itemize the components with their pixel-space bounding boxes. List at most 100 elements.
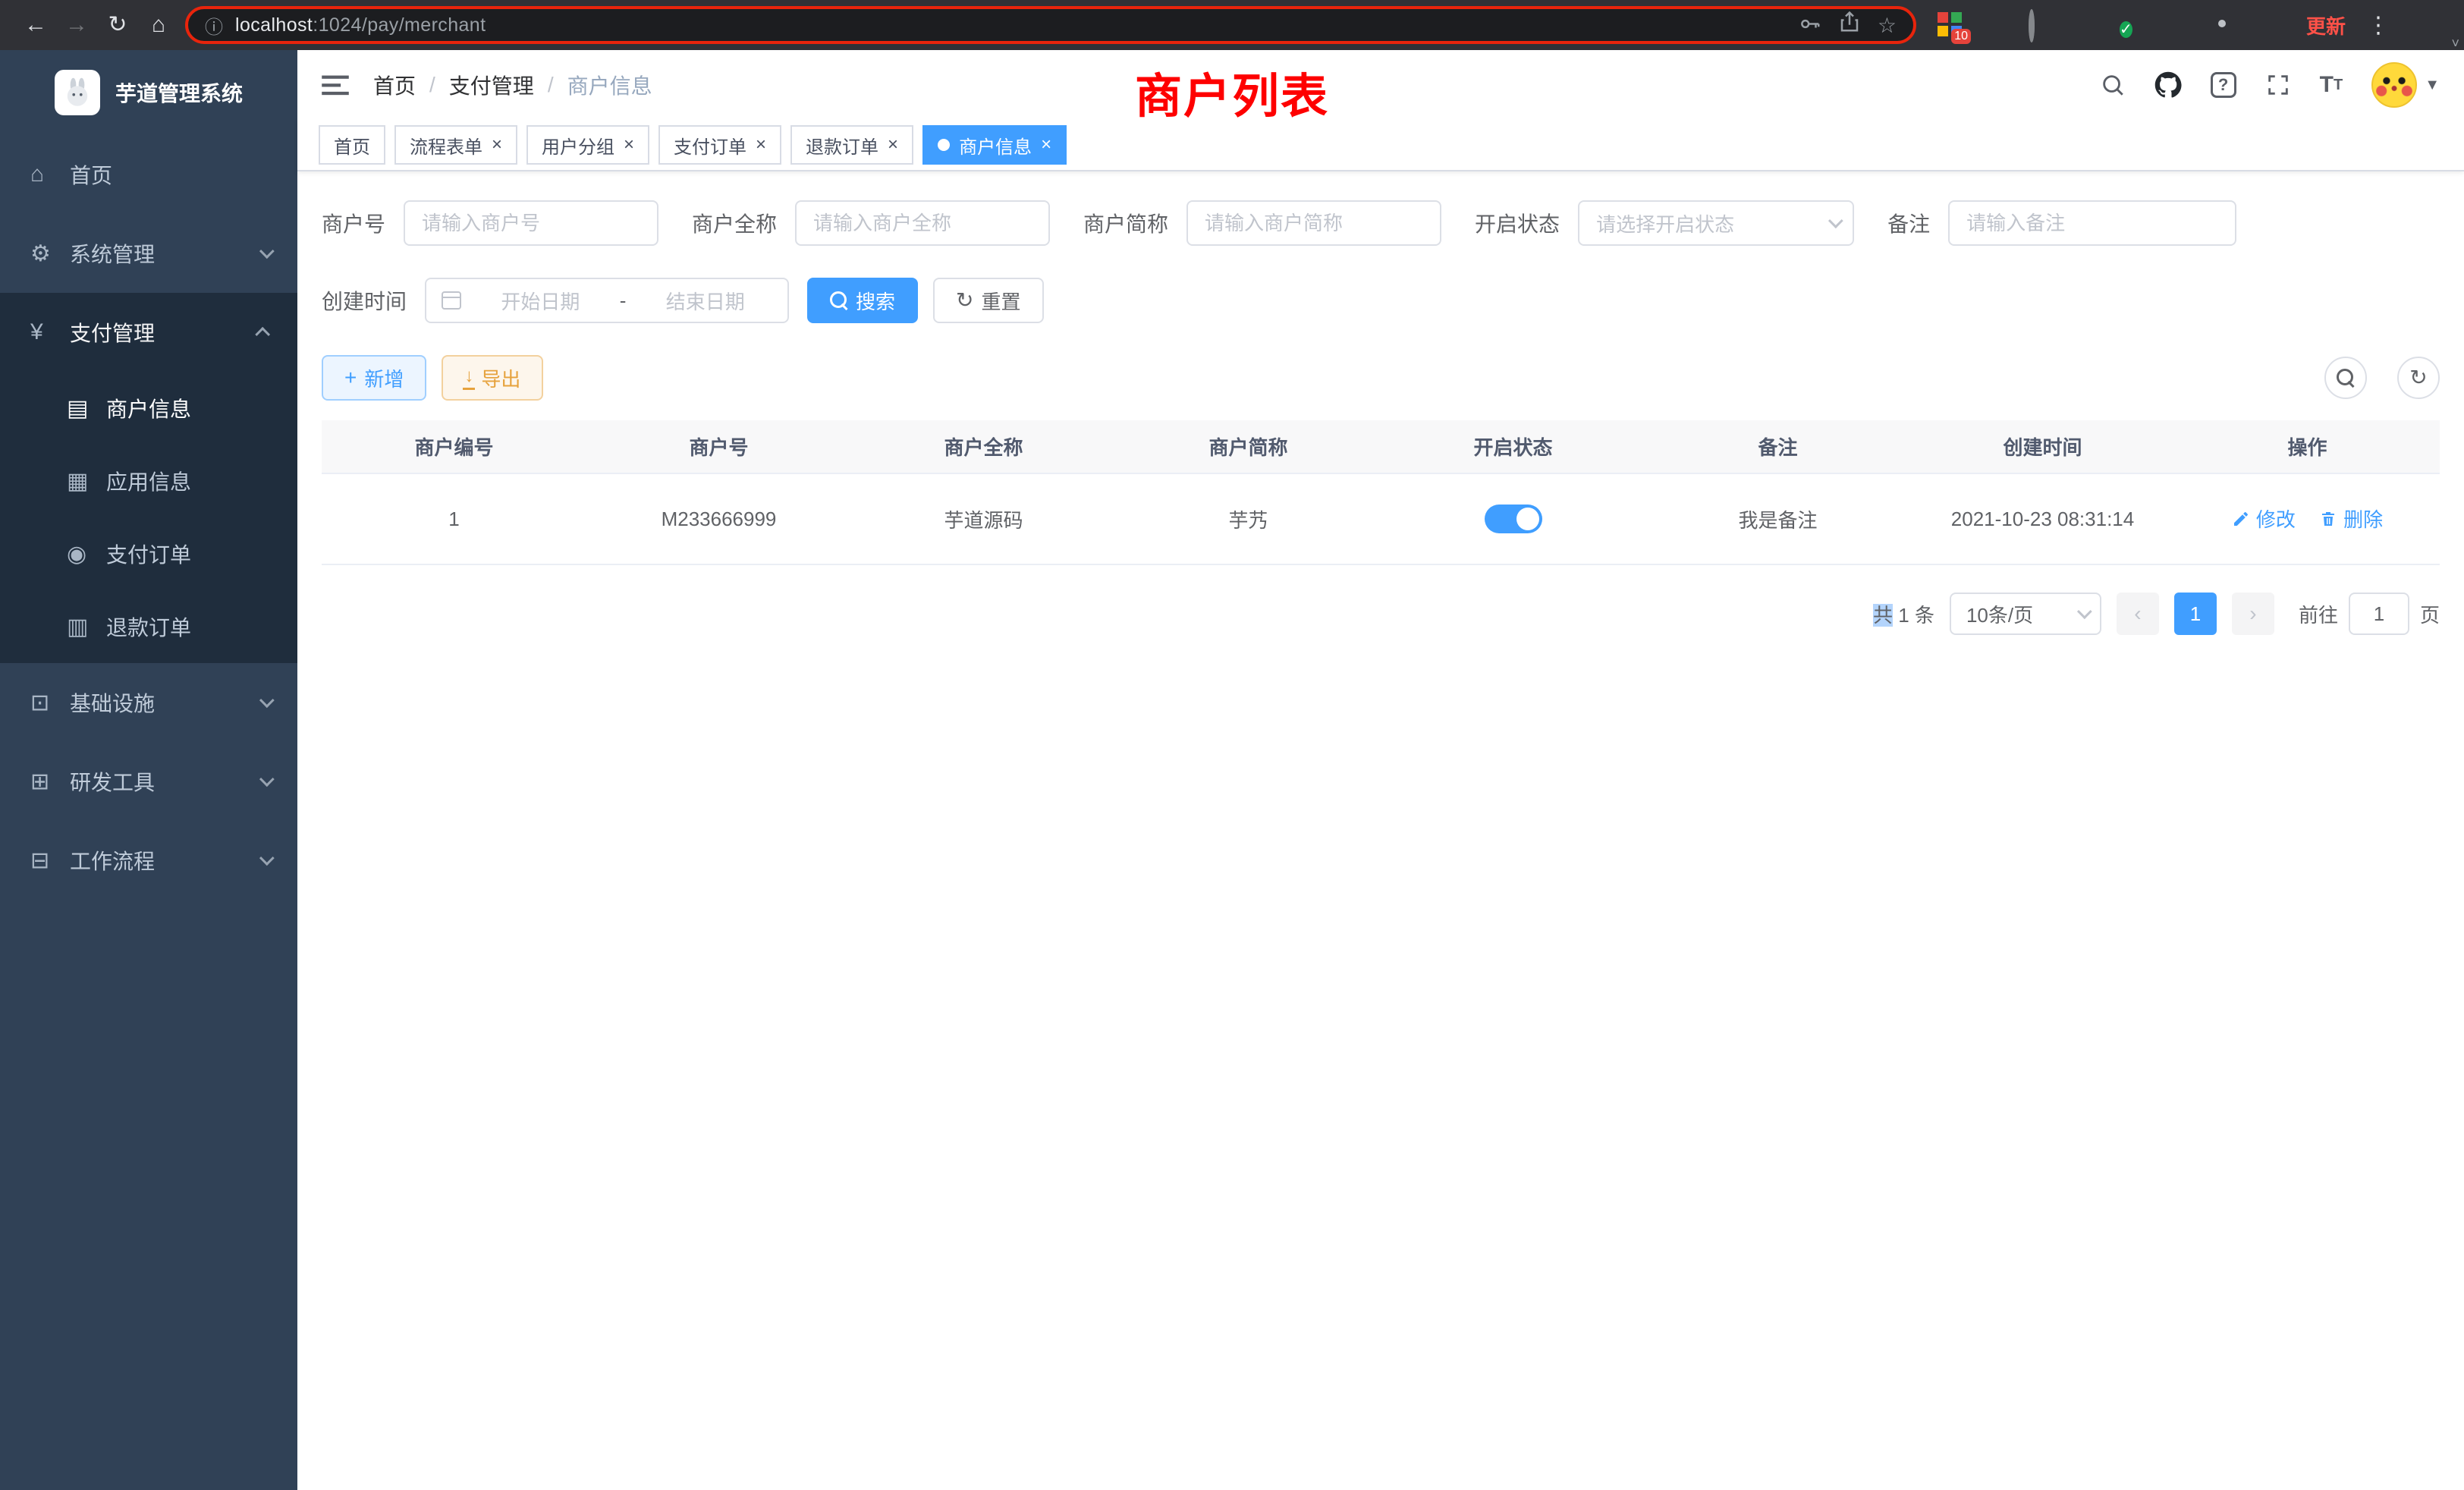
status-toggle[interactable] <box>1485 505 1542 533</box>
trash-icon <box>2319 510 2337 528</box>
toolbox-icon: ⊞ <box>30 769 70 795</box>
add-button[interactable]: + 新增 <box>322 355 426 401</box>
hamburger-icon[interactable] <box>322 73 349 97</box>
chrome-update-button[interactable]: 更新 <box>2306 11 2346 39</box>
merchant-name-input[interactable] <box>795 200 1050 246</box>
close-icon[interactable]: × <box>492 134 502 156</box>
sidebar-item-refund-order[interactable]: ▥ 退款订单 <box>0 590 297 663</box>
table-header-row: 商户编号 商户号 商户全称 商户简称 开启状态 备注 创建时间 操作 <box>322 420 2440 473</box>
search-form-row-2: 创建时间 开始日期 - 结束日期 搜索 ↻ 重置 <box>322 278 2440 323</box>
search-icon[interactable] <box>2100 72 2126 98</box>
site-info-icon[interactable]: ⓘ <box>205 12 223 39</box>
tab-label: 用户分组 <box>542 132 614 159</box>
merchant-no-input[interactable] <box>404 200 658 246</box>
breadcrumb-item-current: 商户信息 <box>567 70 652 100</box>
reset-button-label: 重置 <box>982 287 1021 315</box>
font-size-icon[interactable]: TT <box>2320 74 2343 96</box>
sidebar-item-pay-order[interactable]: ◉ 支付订单 <box>0 517 297 590</box>
sidebar-item-merchant-info[interactable]: ▤ 商户信息 <box>0 372 297 445</box>
extension-dark-circle-icon[interactable] <box>2029 9 2035 42</box>
url-text[interactable]: localhost:1024/pay/merchant <box>235 14 1787 36</box>
create-time-range-picker[interactable]: 开始日期 - 结束日期 <box>425 278 789 323</box>
reload-icon[interactable]: ↻ <box>97 0 138 50</box>
refresh-table-button[interactable]: ↻ <box>2397 357 2440 399</box>
sidebar-item-workflow[interactable]: ⊟ 工作流程 <box>0 821 297 900</box>
tab-merchant-info[interactable]: 商户信息 × <box>922 125 1067 165</box>
main-area: 首页 / 支付管理 / 商户信息 ? TT <box>297 50 2464 1490</box>
end-date-placeholder: 结束日期 <box>638 287 772 315</box>
fullscreen-icon[interactable] <box>2265 72 2291 98</box>
page-size-value: 10条/页 <box>1966 600 2033 628</box>
yen-icon: ¥ <box>30 319 70 345</box>
prev-page-button[interactable]: ‹ <box>2117 593 2159 635</box>
table-row: 1 M233666999 芋道源码 芋艿 我是备注 2021-10-23 08:… <box>322 473 2440 564</box>
page-size-select[interactable]: 10条/页 <box>1950 593 2101 635</box>
sidebar-item-infrastructure[interactable]: ⊡ 基础设施 <box>0 663 297 742</box>
extension-check-icon[interactable]: ✓ <box>2120 21 2132 38</box>
close-icon[interactable]: × <box>624 134 634 156</box>
key-icon[interactable] <box>1799 11 1821 39</box>
breadcrumb: 首页 / 支付管理 / 商户信息 <box>373 70 652 100</box>
close-icon[interactable]: × <box>756 134 766 156</box>
column-header: 商户全称 <box>851 420 1116 473</box>
back-icon[interactable]: ← <box>15 0 56 50</box>
extension-grid-icon[interactable]: 10 <box>1938 12 1963 38</box>
export-button[interactable]: ↓ 导出 <box>442 355 543 401</box>
app-window: 商户列表 芋道管理系统 ⌂ 首页 ⚙ 系统管理 ¥ 支付管理 <box>0 50 2464 1490</box>
field-label: 创建时间 <box>322 285 407 316</box>
sidebar-item-payment[interactable]: ¥ 支付管理 <box>0 293 297 372</box>
cell-short-name: 芋艿 <box>1116 473 1381 564</box>
tab-process-form[interactable]: 流程表单 × <box>394 125 517 165</box>
column-header: 操作 <box>2175 420 2440 473</box>
delete-link[interactable]: 删除 <box>2319 505 2383 533</box>
edit-link[interactable]: 修改 <box>2232 505 2296 533</box>
tab-pay-order[interactable]: 支付订单 × <box>658 125 781 165</box>
page-number-button[interactable]: 1 <box>2174 593 2217 635</box>
help-icon[interactable]: ? <box>2211 72 2236 98</box>
tab-user-group[interactable]: 用户分组 × <box>526 125 649 165</box>
short-name-input[interactable] <box>1186 200 1441 246</box>
tab-home[interactable]: 首页 <box>319 125 385 165</box>
reset-button[interactable]: ↻ 重置 <box>933 278 1043 323</box>
github-icon[interactable] <box>2154 71 2182 99</box>
cell-remark: 我是备注 <box>1645 473 1910 564</box>
toggle-search-button[interactable] <box>2324 357 2367 399</box>
breadcrumb-item[interactable]: 支付管理 <box>449 70 534 100</box>
search-button-label: 搜索 <box>856 287 895 315</box>
edit-icon <box>2232 510 2250 528</box>
field-label: 商户号 <box>322 208 385 238</box>
field-label: 开启状态 <box>1475 208 1560 238</box>
home-icon[interactable]: ⌂ <box>138 0 179 50</box>
address-bar[interactable]: ⓘ localhost:1024/pay/merchant ☆ <box>185 6 1916 44</box>
app-logo[interactable]: 芋道管理系统 <box>0 50 297 135</box>
grid-icon: ▦ <box>67 468 106 495</box>
remark-input[interactable] <box>1948 200 2236 246</box>
sidebar-item-app-info[interactable]: ▦ 应用信息 <box>0 445 297 517</box>
sidebar-item-label: 基础设施 <box>70 687 155 718</box>
tab-label: 支付订单 <box>674 132 746 159</box>
forward-icon[interactable]: → <box>56 0 97 50</box>
merchant-table: 商户编号 商户号 商户全称 商户简称 开启状态 备注 创建时间 操作 1 M23… <box>322 420 2440 565</box>
delete-link-label: 删除 <box>2343 505 2383 533</box>
column-header: 开启状态 <box>1381 420 1645 473</box>
share-icon[interactable] <box>1838 11 1861 39</box>
bookmark-star-icon[interactable]: ☆ <box>1878 13 1897 38</box>
chevron-down-icon[interactable]: ˅ <box>2451 36 2459 52</box>
toolbar-right: ↻ <box>2324 357 2440 399</box>
field-label: 备注 <box>1887 208 1930 238</box>
calendar-icon <box>442 291 461 310</box>
close-icon[interactable]: × <box>1041 134 1051 156</box>
goto-page-input[interactable] <box>2349 593 2409 635</box>
user-menu[interactable]: ▼ <box>2371 62 2440 108</box>
status-select[interactable]: 请选择开启状态 <box>1578 200 1854 246</box>
sidebar-item-home[interactable]: ⌂ 首页 <box>0 135 297 214</box>
search-button[interactable]: 搜索 <box>807 278 918 323</box>
browser-menu-icon[interactable]: ⋮ <box>2367 12 2390 39</box>
close-icon[interactable]: × <box>888 134 898 156</box>
next-page-button[interactable]: › <box>2232 593 2274 635</box>
sidebar-item-dev-tools[interactable]: ⊞ 研发工具 <box>0 742 297 821</box>
breadcrumb-item[interactable]: 首页 <box>373 70 416 100</box>
sidebar-item-system[interactable]: ⚙ 系统管理 <box>0 214 297 293</box>
refresh-icon: ↻ <box>956 290 973 311</box>
tab-refund-order[interactable]: 退款订单 × <box>790 125 913 165</box>
